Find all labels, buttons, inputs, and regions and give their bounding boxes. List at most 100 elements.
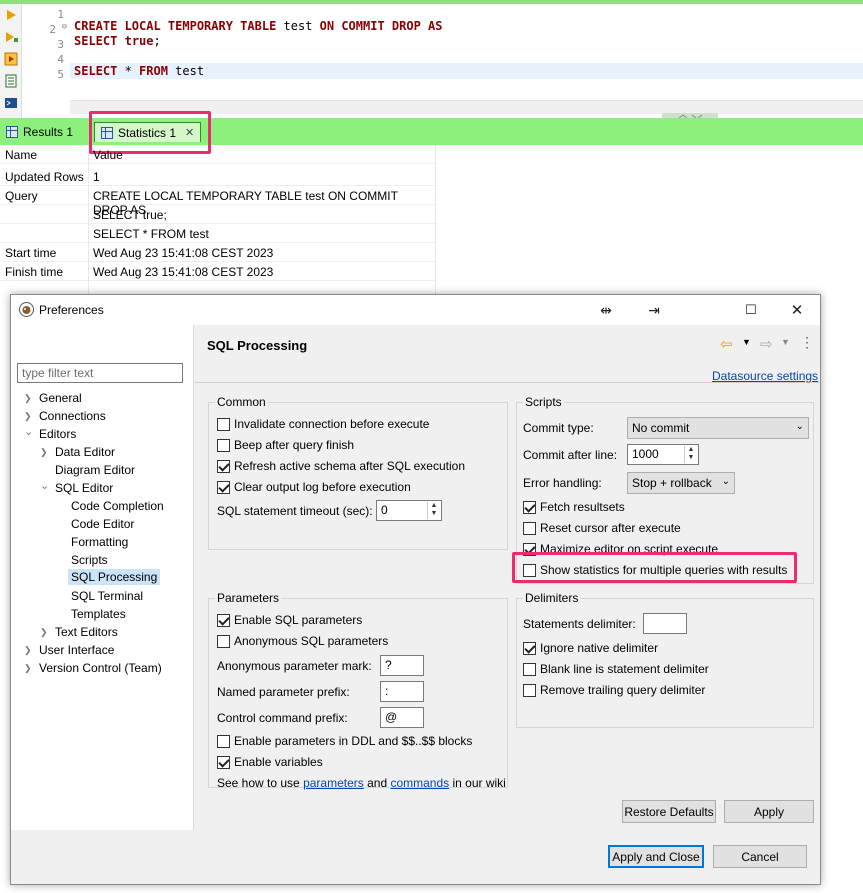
tree-item-text-editors[interactable]: Text Editors: [55, 625, 118, 639]
expand-arrow-icon[interactable]: ❯: [40, 627, 48, 638]
back-dropdown-icon[interactable]: ▼: [742, 337, 751, 347]
fold-marker-icon[interactable]: ⊖: [62, 22, 67, 32]
clear-log-checkbox[interactable]: Clear output log before execution: [217, 480, 411, 494]
sql-keyword: ON COMMIT DROP AS: [319, 19, 443, 33]
beep-checkbox[interactable]: Beep after query finish: [217, 438, 354, 452]
tree-item-templates[interactable]: Templates: [71, 607, 126, 621]
tree-item-general[interactable]: General: [39, 391, 82, 405]
statements-delimiter-input[interactable]: [643, 613, 687, 634]
tree-item-data-editor[interactable]: Data Editor: [55, 445, 115, 459]
tree-item-sql-editor[interactable]: SQL Editor: [55, 481, 113, 495]
sql-keyword: CREATE LOCAL TEMPORARY TABLE: [74, 19, 277, 33]
checkbox-label: Enable parameters in DDL and $$..$$ bloc…: [234, 734, 473, 748]
maximize-icon[interactable]: ☐: [736, 299, 766, 321]
tree-item-diagram-editor[interactable]: Diagram Editor: [55, 463, 135, 477]
restore-layout-icon[interactable]: ⇥: [639, 299, 669, 321]
tab-results-1[interactable]: Results 1: [0, 122, 79, 142]
spinner-arrows-icon[interactable]: ▲ ▼: [684, 446, 697, 463]
apply-and-close-button[interactable]: Apply and Close: [608, 845, 704, 868]
enable-sql-parameters-checkbox[interactable]: Enable SQL parameters: [217, 613, 362, 627]
table-row[interactable]: Query CREATE LOCAL TEMPORARY TABLE test O…: [0, 186, 435, 217]
code-line-2[interactable]: CREATE LOCAL TEMPORARY TABLE test ON COM…: [74, 19, 442, 33]
filter-input[interactable]: [17, 363, 183, 383]
fetch-resultsets-checkbox[interactable]: Fetch resultsets: [523, 500, 625, 514]
commands-link[interactable]: commands: [390, 776, 449, 790]
tree-item-sql-terminal[interactable]: SQL Terminal: [71, 589, 143, 603]
anonymous-parameters-checkbox[interactable]: Anonymous SQL parameters: [217, 634, 388, 648]
commit-type-select[interactable]: No commit ⌄: [627, 417, 809, 439]
parameters-group: Parameters Enable SQL parameters Anonymo…: [208, 591, 508, 790]
execute-statement-icon[interactable]: [4, 8, 18, 22]
restore-defaults-button[interactable]: Restore Defaults: [622, 800, 716, 823]
help-text: and: [363, 776, 391, 790]
tree-item-editors[interactable]: Editors: [39, 427, 76, 441]
blank-line-delimiter-checkbox[interactable]: Blank line is statement delimiter: [523, 662, 709, 676]
more-menu-icon[interactable]: ⋮: [800, 334, 814, 351]
sql-text: test: [167, 64, 205, 78]
error-handling-select[interactable]: Stop + rollback ⌄: [627, 472, 735, 494]
explain-plan-icon[interactable]: [4, 74, 18, 88]
table-row[interactable]: Start time Wed Aug 23 15:41:08 CEST 2023: [0, 243, 435, 262]
tree-item-user-interface[interactable]: User Interface: [39, 643, 114, 657]
ddl-blocks-checkbox[interactable]: Enable parameters in DDL and $$..$$ bloc…: [217, 734, 472, 748]
timeout-spinner[interactable]: 0 ▲ ▼: [376, 500, 442, 521]
expand-arrow-icon[interactable]: ❯: [24, 411, 32, 422]
row-value: 1: [93, 170, 100, 184]
tree-item-connections[interactable]: Connections: [39, 409, 106, 423]
commit-after-spinner[interactable]: 1000 ▲ ▼: [627, 444, 699, 465]
tree-item-formatting[interactable]: Formatting: [71, 535, 128, 549]
commit-after-label: Commit after line:: [523, 448, 618, 462]
collapse-arrow-icon[interactable]: ⌄: [40, 479, 49, 492]
code-line-5[interactable]: SELECT * FROM test: [74, 64, 204, 78]
execute-in-new-tab-icon[interactable]: [4, 30, 18, 44]
table-row[interactable]: SELECT * FROM test: [0, 224, 435, 243]
tree-item-sql-processing[interactable]: SQL Processing: [68, 569, 161, 585]
tree-item-scripts[interactable]: Scripts: [71, 553, 108, 567]
terminal-icon[interactable]: [4, 96, 18, 110]
cancel-button[interactable]: Cancel: [713, 845, 807, 868]
datasource-settings-link[interactable]: Datasource settings: [712, 369, 818, 383]
tree-item-version-control[interactable]: Version Control (Team): [39, 661, 162, 675]
apply-button[interactable]: Apply: [724, 800, 814, 823]
invalidate-connection-checkbox[interactable]: Invalidate connection before execute: [217, 417, 429, 431]
table-row[interactable]: Updated Rows 1: [0, 167, 435, 186]
remove-trailing-delimiter-checkbox[interactable]: Remove trailing query delimiter: [523, 683, 705, 697]
sql-text: *: [117, 64, 140, 78]
back-arrow-icon[interactable]: ⇦: [720, 335, 733, 353]
refresh-schema-checkbox[interactable]: Refresh active schema after SQL executio…: [217, 459, 465, 473]
code-line-3[interactable]: SELECT true;: [74, 34, 161, 48]
checkbox-label: Enable variables: [234, 755, 323, 769]
table-header: Name Value: [0, 145, 435, 164]
expand-arrow-icon[interactable]: ❯: [24, 393, 32, 404]
table-row[interactable]: SELECT true;: [0, 205, 435, 224]
expand-arrow-icon[interactable]: ❯: [24, 645, 32, 656]
tree-item-code-completion[interactable]: Code Completion: [71, 499, 164, 513]
forward-dropdown-icon[interactable]: ▼: [781, 337, 790, 347]
expand-arrow-icon[interactable]: ❯: [24, 663, 32, 674]
sql-keyword: SELECT: [74, 64, 118, 78]
checkbox-label: Beep after query finish: [234, 438, 355, 452]
expand-arrow-icon[interactable]: ❯: [40, 447, 48, 458]
error-handling-label: Error handling:: [523, 476, 602, 490]
group-title: Parameters: [215, 591, 282, 605]
parameters-link[interactable]: parameters: [303, 776, 364, 790]
dialog-titlebar[interactable]: Preferences ⇹ ⇥ ☐ ✕: [11, 295, 820, 325]
reset-cursor-checkbox[interactable]: Reset cursor after execute: [523, 521, 681, 535]
checkbox-label: Refresh active schema after SQL executio…: [234, 459, 465, 473]
close-icon[interactable]: ✕: [782, 299, 812, 321]
column-header-value: Value: [93, 148, 123, 162]
control-prefix-input[interactable]: @: [380, 707, 424, 728]
anonymous-mark-input[interactable]: ?: [380, 655, 424, 676]
ignore-native-delimiter-checkbox[interactable]: Ignore native delimiter: [523, 641, 658, 655]
enable-variables-checkbox[interactable]: Enable variables: [217, 755, 323, 769]
collapse-arrow-icon[interactable]: ⌄: [24, 425, 33, 438]
wiki-help-text: See how to use parameters and commands i…: [217, 776, 506, 790]
execute-script-icon[interactable]: [4, 52, 18, 66]
forward-arrow-icon[interactable]: ⇨: [760, 335, 773, 353]
spinner-arrows-icon[interactable]: ▲ ▼: [427, 502, 440, 519]
line-number: 1: [57, 8, 64, 21]
named-prefix-input[interactable]: :: [380, 681, 424, 702]
move-icon[interactable]: ⇹: [591, 299, 621, 321]
table-row[interactable]: Finish time Wed Aug 23 15:41:08 CEST 2023: [0, 262, 435, 281]
tree-item-code-editor[interactable]: Code Editor: [71, 517, 134, 531]
